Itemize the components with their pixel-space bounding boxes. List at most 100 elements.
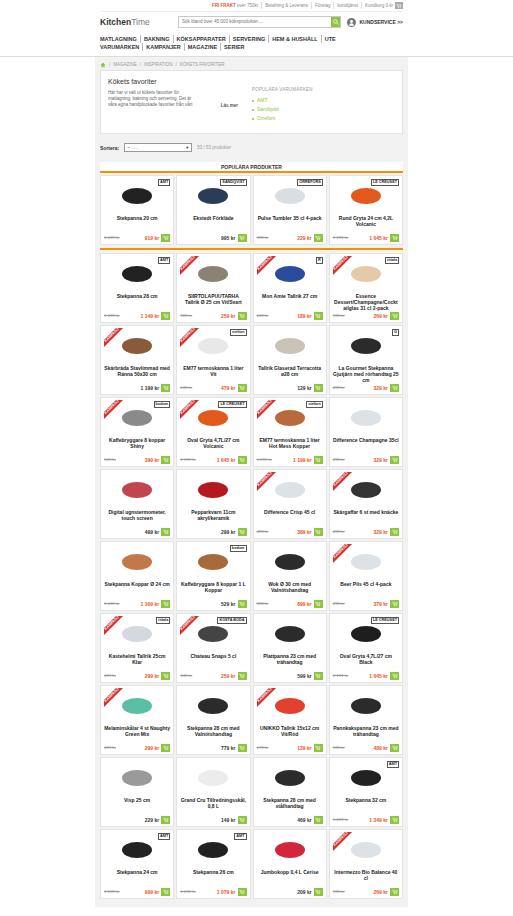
add-to-cart-button[interactable] (390, 234, 399, 242)
nav-item[interactable]: KÖKSAPPARATER (173, 35, 229, 43)
add-to-cart-button[interactable] (314, 528, 323, 536)
product-photo[interactable]: LE CREUSET (333, 616, 399, 652)
nav-item[interactable]: SERVERING (229, 35, 268, 43)
add-to-cart-button[interactable] (161, 672, 170, 680)
product-card[interactable]: Pepparkvarn 11cm akryl/keramik299 kr (176, 469, 250, 539)
product-photo[interactable] (104, 544, 170, 580)
product-card[interactable]: AMTStekpanna 32 cm1 499 kr1 349 kr (329, 757, 403, 827)
product-card[interactable]: Stekpanna Koppar Ø 24 cm1 469 kr1 169 kr (100, 541, 174, 611)
home-icon[interactable] (100, 62, 106, 68)
product-name[interactable]: Kaffebryggare 8 koppar Shiny (104, 437, 170, 455)
add-to-cart-button[interactable] (390, 384, 399, 392)
add-to-cart-button[interactable] (314, 816, 323, 824)
product-photo[interactable] (180, 760, 246, 796)
product-photo[interactable]: AMT (104, 832, 170, 868)
product-photo[interactable]: KAMPANJstelton (180, 328, 246, 364)
product-card[interactable]: KAMPANJLE CREUSETOval Gryta 4,7L/27 cm V… (176, 397, 250, 467)
product-photo[interactable]: KAMPANJiittala (104, 616, 170, 652)
add-to-cart-button[interactable] (314, 456, 323, 464)
product-photo[interactable]: KAMPANJ (180, 256, 246, 292)
product-photo[interactable]: KAMPANJ (257, 472, 323, 508)
top-link[interactable]: Företag (311, 2, 334, 9)
add-to-cart-button[interactable] (314, 744, 323, 752)
product-photo[interactable]: KAMPANJbodum (104, 400, 170, 436)
product-photo[interactable]: KAMPANJLE CREUSET (180, 400, 246, 436)
nav-item[interactable]: HEM & HUSHÅLL (268, 35, 321, 43)
mini-cart[interactable]: Kundkorg 0 kr (361, 2, 403, 9)
product-photo[interactable]: G (333, 328, 399, 364)
product-card[interactable]: Digital ugnstermometer, touch screen499 … (100, 469, 174, 539)
add-to-cart-button[interactable] (314, 600, 323, 608)
product-name[interactable]: Beer Pils 45 cl 4-pack (333, 581, 399, 599)
product-card[interactable]: KAMPANJSIIRTOLAPUUTARHA Tallrik Ø 25 cm … (176, 253, 250, 323)
brand-link[interactable]: Orrefors (252, 114, 313, 123)
add-to-cart-button[interactable] (390, 528, 399, 536)
product-name[interactable]: EM77 termoskanna 1 liter Vit (180, 365, 246, 383)
add-to-cart-button[interactable] (390, 672, 399, 680)
product-photo[interactable]: KAMPANJ (257, 688, 323, 724)
add-to-cart-button[interactable] (314, 234, 323, 242)
product-photo[interactable]: AMT (333, 760, 399, 796)
product-name[interactable]: Wok Ø 30 cm med Valnötshandtag (257, 581, 323, 599)
free-shipping-promo[interactable]: FRI FRAKT över 750kr (209, 2, 261, 9)
add-to-cart-button[interactable] (161, 456, 170, 464)
nav-item[interactable]: BAKNING (140, 35, 173, 43)
search-field[interactable]: Sök bland över 45 000 köksprodukter.... (178, 16, 341, 28)
product-card[interactable]: ORREFORSPulse Tumbler 35 cl 4-pack399 kr… (253, 175, 327, 245)
product-photo[interactable]: KAMPANJ (333, 472, 399, 508)
nav-item[interactable]: UTE (321, 35, 339, 43)
product-name[interactable]: Chateau Snaps 5 cl (180, 653, 246, 671)
product-card[interactable]: Wok Ø 30 cm med Valnötshandtag999 kr899 … (253, 541, 327, 611)
product-card[interactable]: KAMPANJiittalaEssence Dessert/Champagne/… (329, 253, 403, 323)
product-card[interactable]: KAMPANJRMon Amie Tallrik 27 cm249 kr189 … (253, 253, 327, 323)
product-photo[interactable]: KAMPANJR (257, 256, 323, 292)
product-card[interactable]: KAMPANJIntermezzo Bio Balance 40 cl399 k… (329, 829, 403, 899)
product-card[interactable]: KAMPANJUNIKKO Tallrik 15x12 cm Vit/Röd17… (253, 685, 327, 755)
product-name[interactable]: Intermezzo Bio Balance 40 cl (333, 869, 399, 887)
product-name[interactable]: Stekpanna 32 cm (333, 797, 399, 815)
product-photo[interactable] (257, 544, 323, 580)
product-name[interactable]: Ekstedt Förkläde (180, 215, 246, 233)
product-name[interactable]: EM77 termoskanna 1 liter Hot Mess Kopper (257, 437, 323, 455)
product-name[interactable]: Oval Gryta 4,7L/27 cm Black (333, 653, 399, 671)
product-name[interactable]: Rund Gryta 24 cm 4,2L Volcanic (333, 215, 399, 233)
product-name[interactable]: Essence Dessert/Champagne/Cocktailglas 3… (333, 293, 399, 311)
product-name[interactable]: Stekpanna Koppar Ø 24 cm (104, 581, 170, 599)
product-card[interactable]: Pannkakspanna 23 cm med trähandtag599 kr… (329, 685, 403, 755)
product-photo[interactable]: LE CREUSET (333, 178, 399, 214)
product-card[interactable]: AMTStekpanna 24 cm1 599 kr999 kr (100, 829, 174, 899)
product-name[interactable]: Stekpanna 24 cm (104, 869, 170, 887)
product-card[interactable]: LE CREUSETRund Gryta 24 cm 4,2L Volcanic… (329, 175, 403, 245)
add-to-cart-button[interactable] (161, 600, 170, 608)
product-card[interactable]: KAMPANJBeer Pils 45 cl 4-pack499 kr379 k… (329, 541, 403, 611)
product-photo[interactable]: AMT (104, 256, 170, 292)
top-link[interactable]: kundtjänst (333, 2, 361, 9)
add-to-cart-button[interactable] (238, 888, 247, 896)
product-name[interactable]: Stekpanna 20 cm (104, 215, 170, 233)
product-card[interactable]: KAMPANJKOSTA BODAChateau Snaps 5 cl349 k… (176, 613, 250, 683)
product-name[interactable]: Melaminskålar 4 st Naughty Green Mix (104, 725, 170, 743)
product-card[interactable]: Grand Cru Tillredningsskål, 0,8 L149 kr (176, 757, 250, 827)
product-photo[interactable]: KAMPANJ (333, 832, 399, 868)
product-photo[interactable] (333, 688, 399, 724)
product-name[interactable]: Digital ugnstermometer, touch screen (104, 509, 170, 527)
product-card[interactable]: Tallrik Glaserad Terracotta ø28 cm129 kr (253, 325, 327, 395)
product-card[interactable]: KAMPANJSkärbräda Stavlimmad med Ränna 50… (100, 325, 174, 395)
product-name[interactable]: Skärbräda Stavlimmad med Ränna 50x30 cm (104, 365, 170, 383)
product-photo[interactable] (104, 472, 170, 508)
product-photo[interactable] (104, 760, 170, 796)
breadcrumb-item[interactable]: KÖKETS FAVORITER (180, 62, 225, 67)
nav-item[interactable]: VARUMÄRKEN (100, 43, 142, 51)
add-to-cart-button[interactable] (314, 384, 323, 392)
product-card[interactable]: SANDQVISTEkstedt Förkläde995 kr (176, 175, 250, 245)
product-photo[interactable]: ORREFORS (257, 178, 323, 214)
product-photo[interactable] (257, 832, 323, 868)
product-name[interactable]: Plattpanna 23 cm med trähandtag (257, 653, 323, 671)
add-to-cart-button[interactable] (161, 312, 170, 320)
add-to-cart-button[interactable] (238, 456, 247, 464)
product-card[interactable]: KAMPANJbodumKaffebryggare 8 koppar Shiny… (100, 397, 174, 467)
product-name[interactable]: Stekpanna 28 cm (104, 293, 170, 311)
add-to-cart-button[interactable] (238, 528, 247, 536)
product-photo[interactable] (180, 688, 246, 724)
brand-link[interactable]: Sandqvist (252, 105, 313, 114)
